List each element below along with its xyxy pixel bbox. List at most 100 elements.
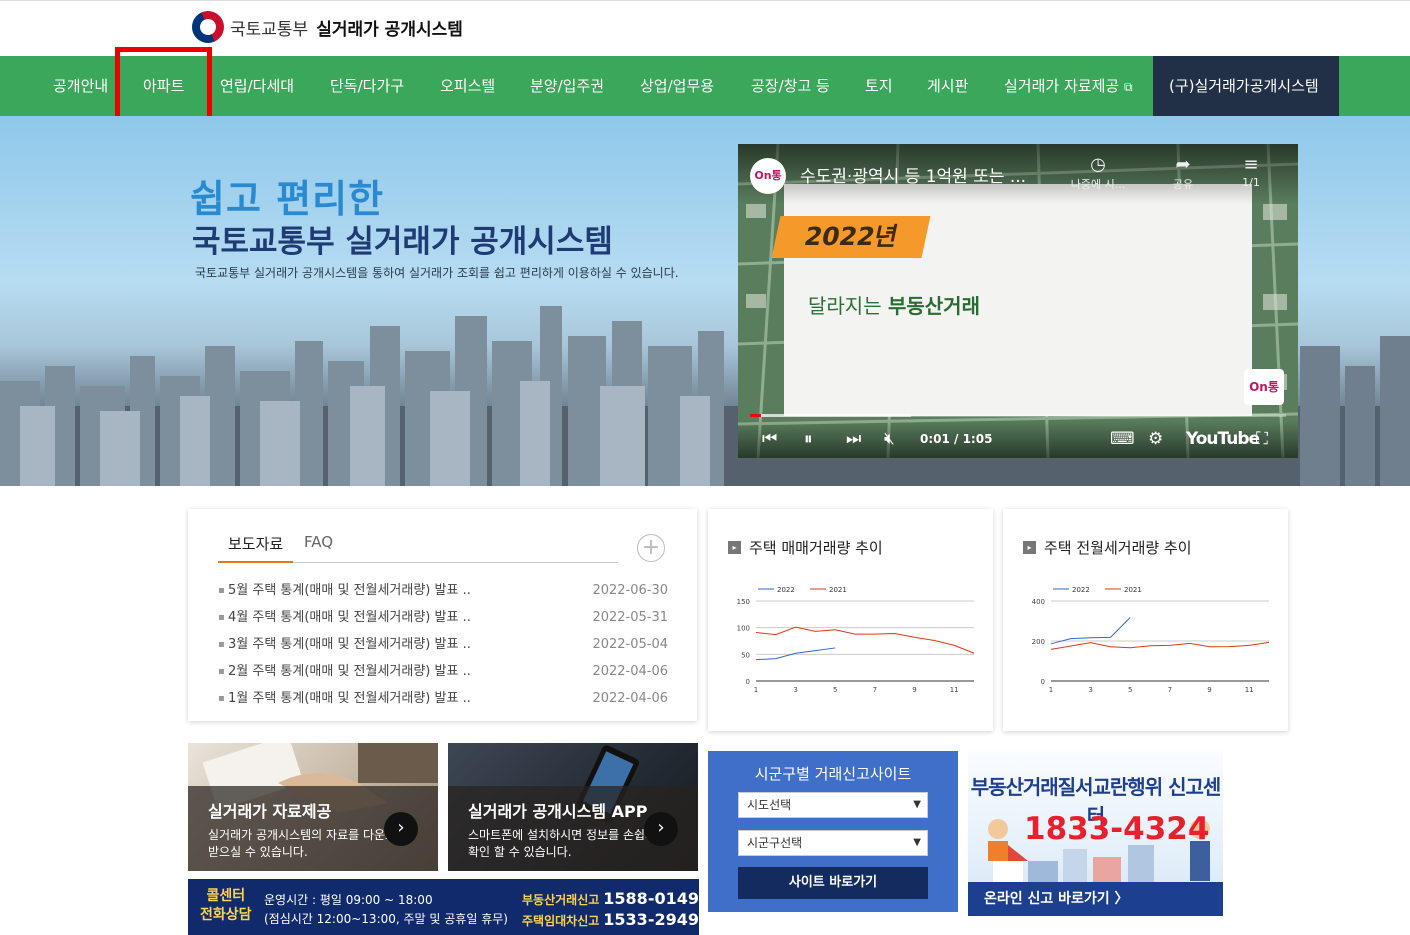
nav-item-multi-house[interactable]: 연립/다세대 [220, 56, 294, 116]
logo-org: 국토교통부 [230, 19, 309, 40]
call-center-heading-2: 전화상담 [200, 907, 252, 923]
chevron-down-icon: ▼ [913, 799, 921, 810]
sido-select-value: 시도선택 [747, 798, 792, 812]
x-tick-label: 11 [1245, 686, 1254, 694]
video-headline-prefix: 달라지는 [808, 294, 888, 318]
series-line-2021 [1050, 641, 1270, 650]
video-progress-fill [750, 414, 761, 417]
chevron-right-icon[interactable]: › [644, 812, 678, 846]
nav-item-officetel[interactable]: 오피스텔 [440, 56, 495, 116]
bullet-icon: ▪ [218, 639, 225, 650]
sido-select[interactable]: 시도선택 ▼ [738, 792, 928, 818]
channel-avatar[interactable]: On통 [750, 158, 786, 194]
list-item[interactable]: ▪ 5월 주택 통계(매매 및 전월세거래량) 발표 .. 2022-06-30 [218, 577, 668, 604]
x-tick-label: 9 [1207, 686, 1211, 694]
watch-later-button[interactable]: ◷ 나중에 시... [1063, 154, 1133, 192]
rent-volume-chart-card: ▸ 주택 전월세거래량 추이 0 200 400 1 3 5 7 9 11 2022 2021 [1003, 509, 1288, 731]
subtitles-icon[interactable]: ⌨ [1110, 428, 1135, 450]
x-tick-label: 7 [873, 686, 877, 694]
list-item[interactable]: ▪ 4월 주택 통계(매매 및 전월세거래량) 발표 .. 2022-05-31 [218, 604, 668, 631]
list-item[interactable]: ▪ 1월 주택 통계(매매 및 전월세거래량) 발표 .. 2022-04-06 [218, 685, 668, 712]
pause-icon[interactable]: ⏸ [804, 428, 813, 450]
sigungu-title: 시군구별 거래신고사이트 [754, 765, 912, 783]
nav-item-guide[interactable]: 공개안내 [53, 56, 108, 116]
bullet-icon: ▪ [218, 666, 225, 677]
sales-volume-line-chart: 0 50 100 150 1 3 5 7 9 11 2022 2021 [737, 586, 975, 694]
mute-icon[interactable]: 🔇︎ [884, 428, 895, 450]
list-item[interactable]: ▪ 2월 주택 통계(매매 및 전월세거래량) 발표 .. 2022-04-06 [218, 658, 668, 685]
news-title: 4월 주택 통계(매매 및 전월세거래량) 발표 .. [228, 610, 471, 625]
site-logo[interactable]: 국토교통부 실거래가 공개시스템 [186, 5, 463, 49]
chevron-right-icon: ▸ [1023, 541, 1036, 554]
site-go-button[interactable]: 사이트 바로가기 [738, 867, 928, 899]
settings-gear-icon[interactable]: ⚙ [1148, 428, 1163, 450]
report-phone[interactable]: 1833-4324 [1024, 811, 1209, 847]
hero-title-primary: 쉽고 편리한 [190, 177, 385, 221]
hero-description: 국토교통부 실거래가 공개시스템을 통하여 실거래가 조회를 쉽고 편리하게 이… [195, 266, 679, 280]
watch-later-label: 나중에 시... [1070, 178, 1126, 191]
video-title[interactable]: 수도권·광역시 등 1억원 또는 ... [800, 162, 1026, 187]
y-tick-label: 50 [741, 651, 750, 659]
series-line-2022 [755, 647, 836, 661]
bullet-icon: ▪ [218, 585, 225, 596]
nav-item-land[interactable]: 토지 [865, 56, 893, 116]
nav-item-data-provision[interactable]: 실거래가 자료제공 ⧉ [1004, 56, 1133, 116]
share-button[interactable]: ➦ 공유 [1148, 154, 1218, 192]
series-line-2021 [755, 626, 975, 654]
news-date: 2022-06-30 [592, 583, 668, 598]
call-center-heading: 콜센터 전화상담 [200, 887, 252, 925]
news-title: 2월 주택 통계(매매 및 전월세거래량) 발표 .. [228, 664, 471, 679]
tab-press-release[interactable]: 보도자료 [218, 533, 294, 563]
tab-faq[interactable]: FAQ [304, 533, 333, 563]
online-report-link[interactable]: 온라인 신고 바로가기 〉 [968, 882, 1223, 916]
previous-icon[interactable]: ⏮ [762, 428, 777, 450]
sigungu-select[interactable]: 시군구선택 ▼ [738, 830, 928, 856]
sigungu-site-box: 시군구별 거래신고사이트 시도선택 ▼ 시군구선택 ▼ 사이트 바로가기 [708, 751, 958, 912]
nav-item-presale[interactable]: 분양/입주권 [530, 56, 604, 116]
nav-item-board[interactable]: 게시판 [927, 56, 968, 116]
playlist-count: 1/1 [1242, 176, 1260, 189]
banner-overlay: 실거래가 자료제공 실거래가 공개시스템의 자료를 다운로드 받으실 수 있습니… [188, 786, 438, 871]
call-center-hours: 운영시간 : 평일 09:00 ~ 18:00 (점심시간 12:00~13:0… [264, 891, 508, 929]
share-icon: ➦ [1175, 154, 1191, 175]
playlist-button[interactable]: ≡ 1/1 [1216, 154, 1286, 189]
fullscreen-icon[interactable]: ⛶ [1256, 428, 1268, 450]
banner-overlay: 실거래가 공개시스템 APP 스마트폰에 설치하시면 정보를 손쉽게 확인 할 … [448, 786, 698, 871]
external-link-icon: ⧉ [1123, 80, 1133, 94]
x-tick-label: 1 [754, 686, 758, 694]
report-center-banner[interactable]: 부동산거래질서교란행위 신고센터 1833-4324 온라인 신고 바로가기 〉 [968, 751, 1223, 916]
chevron-right-icon[interactable]: › [384, 812, 418, 846]
list-item[interactable]: ▪ 3월 주택 통계(매매 및 전월세거래량) 발표 .. 2022-05-04 [218, 631, 668, 658]
data-provision-banner[interactable]: 실거래가 자료제공 실거래가 공개시스템의 자료를 다운로드 받으실 수 있습니… [188, 743, 438, 871]
video-progress-bar[interactable] [750, 414, 1286, 417]
chevron-right-icon: ▸ [728, 541, 741, 554]
youtube-video-player[interactable]: 2022년 달라지는 부동산거래 On통 수도권·광역시 등 1억원 또는 ..… [738, 144, 1298, 458]
video-year-ribbon: 2022년 [771, 216, 931, 258]
x-tick-label: 7 [1168, 686, 1172, 694]
y-tick-label: 0 [746, 678, 750, 686]
nav-item-factory[interactable]: 공장/창고 등 [751, 56, 830, 116]
legend-label: 2022 [1072, 586, 1090, 594]
nav-item-legacy-system[interactable]: (구)실거래가공개시스템 [1153, 56, 1339, 116]
taegeuk-logo-icon [186, 5, 230, 49]
next-icon[interactable]: ⏭ [846, 428, 861, 450]
banner-title: 실거래가 공개시스템 APP [468, 802, 648, 821]
call-center-hours-1: 운영시간 : 평일 09:00 ~ 18:00 [264, 893, 433, 907]
nav-item-detached-house[interactable]: 단독/다가구 [330, 56, 404, 116]
phone-line-1: 부동산거래신고 1588-0149 [522, 889, 699, 910]
nav-item-commercial[interactable]: 상업/업무용 [640, 56, 714, 116]
video-controls: ⏮ ⏸ ⏭ 🔇︎ 0:01 / 1:05 ⌨ ⚙ YouTube ⛶ [738, 420, 1298, 458]
chart-title: ▸ 주택 전월세거래량 추이 [1023, 537, 1192, 558]
more-plus-icon[interactable]: + [637, 534, 665, 562]
youtube-logo[interactable]: YouTube [1186, 429, 1260, 449]
news-date: 2022-05-04 [592, 637, 668, 652]
nav-highlight-box [115, 47, 212, 122]
chart-title-text: 주택 매매거래량 추이 [749, 539, 883, 557]
nav-item-data-provision-label: 실거래가 자료제공 [1004, 77, 1120, 95]
video-headline-bold: 부동산거래 [887, 294, 980, 318]
video-top-bar: On통 수도권·광역시 등 1억원 또는 ... ◷ 나중에 시... ➦ 공유… [738, 144, 1298, 204]
y-tick-label: 150 [737, 598, 750, 606]
chevron-down-icon: ▼ [913, 837, 921, 848]
app-banner[interactable]: 실거래가 공개시스템 APP 스마트폰에 설치하시면 정보를 손쉽게 확인 할 … [448, 743, 698, 871]
clock-icon: ◷ [1090, 154, 1106, 175]
